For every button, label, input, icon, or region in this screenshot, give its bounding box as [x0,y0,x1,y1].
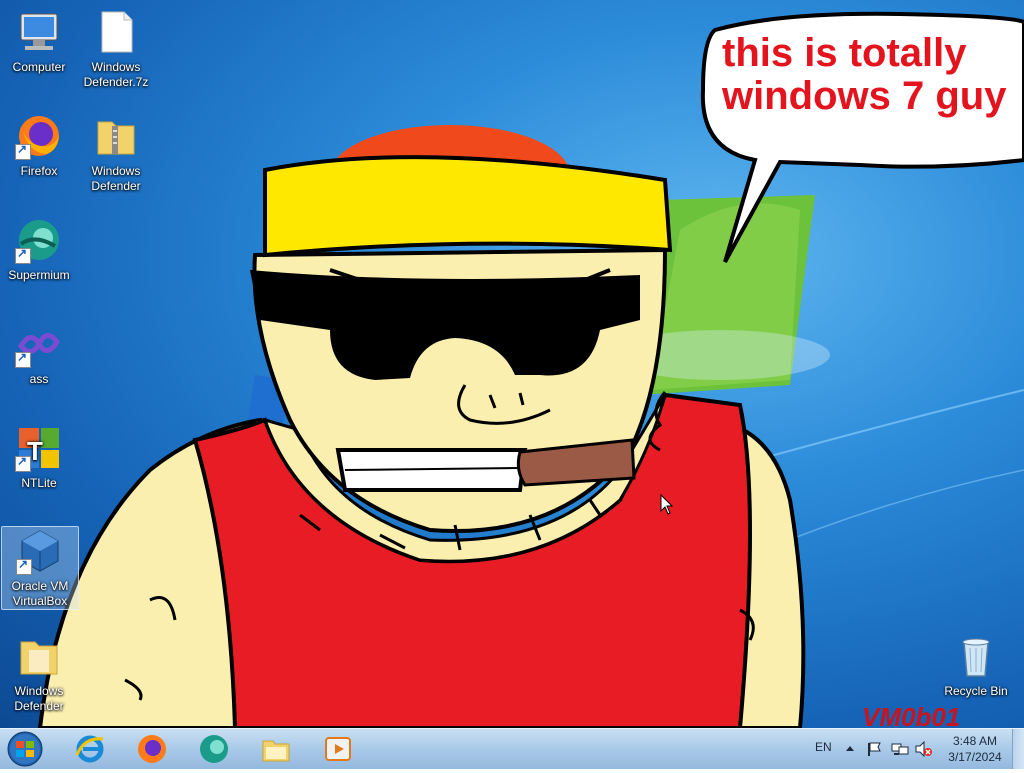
desktop-icon-label: Recycle Bin [944,684,1008,698]
watermark: VM0b01 [862,702,961,728]
internet-explorer-icon [75,735,104,763]
desktop-icon-label: Firefox [20,164,58,178]
bubble-line-1: this is totally [722,31,967,75]
clock-date: 3/17/2024 [948,750,1002,764]
clock-time: 3:48 AM [952,734,998,748]
file-explorer-icon [262,740,290,762]
supermium-icon [200,735,228,763]
desktop-icon-windows-defender-7z[interactable]: Windows Defender.7z [78,8,154,90]
taskbar-supermium[interactable] [188,731,240,767]
recycle-bin-icon [952,632,1000,680]
system-clock[interactable]: 3:48 AM 3/17/2024 [940,733,1010,765]
bubble-line-2: windows 7 guy [722,74,1007,118]
shortcut-arrow-icon [15,246,31,264]
desktop-icon-computer[interactable]: Computer [1,8,77,75]
desktop-icon-ass[interactable]: ass [1,320,77,387]
shortcut-arrow-icon [16,557,32,575]
ntlite-icon: T [15,424,63,472]
firefox-icon [15,112,63,160]
desktop-icon-virtualbox[interactable]: Oracle VM VirtualBox [1,526,79,610]
show-hidden-icons-arrow[interactable] [845,744,855,752]
desktop-icon-recycle-bin[interactable]: Recycle Bin [938,632,1014,699]
speech-bubble-text: this is totally windows 7 guy [722,32,1024,118]
shortcut-arrow-icon [15,454,31,472]
mouse-cursor-icon [660,494,674,515]
desktop-icon-label: Supermium [8,268,70,282]
desktop-icon-label: Windows Defender [91,164,141,193]
visual-studio-icon [15,320,63,368]
shortcut-arrow-icon [15,350,31,368]
zip-folder-icon [92,112,140,160]
virtualbox-icon [16,527,64,575]
show-desktop-button[interactable] [1012,729,1024,769]
desktop-icon-supermium[interactable]: Supermium [1,216,77,283]
desktop-icon-label: NTLite [21,476,57,490]
volume-muted-icon[interactable] [915,741,933,757]
desktop-icon-windows-defender-folder[interactable]: Windows Defender [1,632,77,714]
desktop-icon-firefox[interactable]: Firefox [1,112,77,179]
network-icon[interactable] [891,741,909,757]
desktop-icon-windows-defender-zip[interactable]: Windows Defender [78,112,154,194]
taskbar-file-explorer[interactable] [250,731,302,767]
desktop-icon-ntlite[interactable]: T NTLite [1,424,77,491]
shortcut-arrow-icon [15,142,31,160]
computer-icon [15,8,63,56]
media-player-icon [325,737,351,761]
desktop-icon-label: Oracle VM VirtualBox [11,579,69,608]
language-indicator[interactable]: EN [815,740,832,754]
taskbar: EN 3:48 AM 3/17/2024 [0,728,1024,769]
action-center-flag-icon[interactable] [866,741,882,757]
supermium-icon [15,216,63,264]
desktop-icon-label: Windows Defender [14,684,64,713]
desktop-icon-label: Windows Defender.7z [83,60,149,89]
desktop-icon-label: Computer [12,60,66,74]
taskbar-firefox[interactable] [126,731,178,767]
folder-icon [15,632,63,680]
taskbar-media-player[interactable] [312,731,364,767]
desktop-icon-label: ass [29,372,49,386]
desktop[interactable]: this is totally windows 7 guy VM0b01 Com… [0,0,1024,728]
archive-file-icon [92,8,140,56]
taskbar-internet-explorer[interactable] [64,731,116,767]
firefox-icon [138,735,166,763]
start-button[interactable] [4,730,46,768]
